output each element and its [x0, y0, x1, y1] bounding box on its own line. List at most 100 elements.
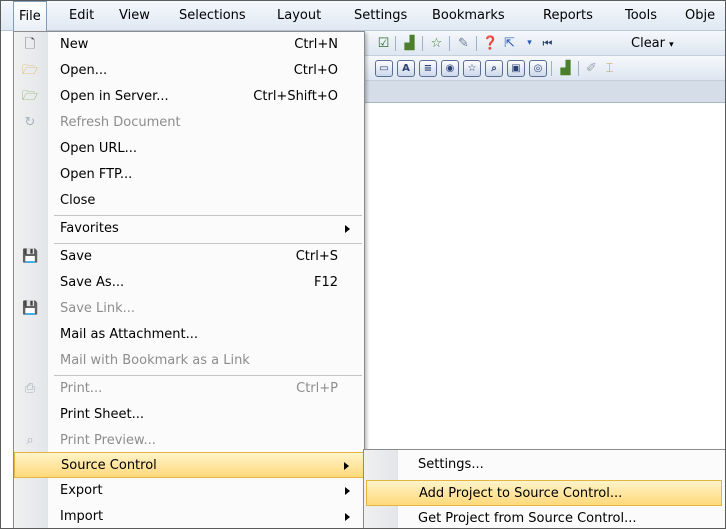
- print-icon: ⎙: [24, 381, 36, 396]
- menu-item-export[interactable]: Export: [14, 478, 364, 504]
- menu-item-shortcut: Ctrl+S: [295, 249, 338, 264]
- first-page-icon[interactable]: ⏮: [539, 35, 556, 52]
- refresh-icon: ↻: [24, 115, 36, 130]
- menu-item-print-sheet[interactable]: Print Sheet...: [14, 402, 364, 428]
- menu-item-label: Open...: [60, 63, 108, 78]
- source-control-submenu: Settings... Add Project to Source Contro…: [363, 449, 725, 528]
- menu-item-label: Open FTP...: [60, 167, 133, 182]
- menu-item-source-control[interactable]: Source Control: [14, 452, 364, 478]
- new-document-icon: 🗋: [24, 37, 36, 52]
- submenu-item-label: Get Project from Source Control...: [418, 511, 637, 526]
- menu-item-new[interactable]: 🗋 New Ctrl+N: [14, 32, 364, 58]
- submenu-item-get-project[interactable]: Get Project from Source Control...: [366, 506, 722, 528]
- clear-button[interactable]: Clear ▾: [631, 31, 674, 56]
- menu-item-import[interactable]: Import: [14, 504, 364, 528]
- menu-item-label: New: [60, 37, 89, 52]
- toolbar-separator: [476, 36, 477, 51]
- listbox-icon[interactable]: ▭: [375, 60, 393, 77]
- menu-item-label: Mail as Attachment...: [60, 327, 199, 342]
- menu-view[interactable]: View: [119, 1, 150, 31]
- search-object-icon[interactable]: ⌕: [485, 60, 503, 77]
- bookmark-object-icon[interactable]: ☆: [463, 60, 481, 77]
- checkmark-icon[interactable]: ☑: [375, 35, 392, 52]
- submenu-arrow-icon: [345, 225, 350, 233]
- menu-item-open-url[interactable]: Open URL...: [14, 136, 364, 162]
- format-painter-icon[interactable]: ✐: [583, 60, 600, 77]
- edit-icon[interactable]: ✎: [455, 35, 472, 52]
- menu-item-label: Open URL...: [60, 141, 138, 156]
- toolbar-separator: [449, 36, 450, 51]
- menu-selections[interactable]: Selections: [179, 1, 246, 31]
- menu-item-refresh-document[interactable]: ↻ Refresh Document: [14, 110, 364, 136]
- menu-item-open[interactable]: 🗁 Open... Ctrl+O: [14, 58, 364, 84]
- menu-settings[interactable]: Settings: [354, 1, 407, 31]
- submenu-item-label: Add Project to Source Control...: [419, 486, 623, 501]
- star-icon[interactable]: ☆: [428, 35, 445, 52]
- menu-file[interactable]: File: [13, 1, 47, 32]
- menu-item-label: Print...: [60, 381, 103, 396]
- menu-item-label: Open in Server...: [60, 89, 169, 104]
- table-box-icon[interactable]: ≡: [419, 60, 437, 77]
- menu-item-save-as[interactable]: Save As... F12: [14, 270, 364, 296]
- submenu-arrow-icon: [344, 462, 349, 470]
- menu-item-shortcut: Ctrl+O: [293, 63, 338, 78]
- text-object-icon[interactable]: A: [397, 60, 415, 77]
- menu-reports[interactable]: Reports: [543, 1, 593, 31]
- submenu-item-label: Settings...: [418, 457, 484, 472]
- menu-item-save-link[interactable]: 💾 Save Link...: [14, 296, 364, 322]
- save-icon: 💾: [22, 249, 39, 264]
- menu-item-print[interactable]: ⎙ Print... Ctrl+P: [14, 376, 364, 402]
- toolbar-separator: [395, 36, 396, 51]
- menu-item-label: Import: [60, 509, 104, 524]
- menu-objects[interactable]: Obje: [685, 1, 715, 31]
- menu-item-label: Export: [60, 483, 103, 498]
- submenu-item-add-project[interactable]: Add Project to Source Control...: [366, 480, 722, 506]
- menu-item-open-in-server[interactable]: 🗁 Open in Server... Ctrl+Shift+O: [14, 84, 364, 110]
- menu-tools[interactable]: Tools: [625, 1, 657, 31]
- align-icon[interactable]: ⌶: [601, 60, 618, 77]
- toolbar-objects: ▭ A ≡ ◉ ☆ ⌕ ▣ ◎ ▟ ✐ ⌶: [361, 56, 725, 81]
- menu-item-shortcut: Ctrl+N: [294, 37, 338, 52]
- toolbar-separator: [551, 61, 552, 76]
- menu-item-close[interactable]: Close: [14, 188, 364, 214]
- button-object-icon[interactable]: ◉: [441, 60, 459, 77]
- sheet-tabs-bar: [361, 81, 725, 103]
- toolbar-separator: [578, 61, 579, 76]
- menu-layout[interactable]: Layout: [277, 1, 321, 31]
- menu-item-save[interactable]: 💾 Save Ctrl+S: [14, 244, 364, 270]
- application-window: File Edit View Selections Layout Setting…: [0, 0, 726, 529]
- menu-item-mail-as-attachment[interactable]: Mail as Attachment...: [14, 322, 364, 348]
- menu-item-label: Save As...: [60, 275, 125, 290]
- clear-button-label: Clear: [631, 36, 665, 51]
- menu-item-label: Favorites: [60, 221, 119, 236]
- chart-wizard-icon[interactable]: ▟: [557, 60, 574, 77]
- menu-item-print-preview[interactable]: ⌕ Print Preview...: [14, 428, 364, 454]
- menu-item-shortcut: Ctrl+P: [296, 381, 338, 396]
- chart-icon[interactable]: ▟: [401, 35, 418, 52]
- file-menu-dropdown: 🗋 New Ctrl+N 🗁 Open... Ctrl+O 🗁 Open in …: [13, 31, 365, 528]
- save-link-icon: 💾: [22, 301, 39, 316]
- menu-item-label: Mail with Bookmark as a Link: [60, 353, 250, 368]
- submenu-item-settings[interactable]: Settings...: [366, 452, 722, 478]
- gauge-object-icon[interactable]: ◎: [529, 60, 547, 77]
- help-icon[interactable]: ❓: [482, 35, 499, 52]
- menu-item-label: Source Control: [61, 458, 157, 473]
- menu-item-label: Print Sheet...: [60, 407, 145, 422]
- help-pointer-icon[interactable]: ⇱: [501, 35, 518, 52]
- menu-item-label: Save Link...: [60, 301, 136, 316]
- print-preview-icon: ⌕: [26, 433, 34, 448]
- menu-item-mail-with-bookmark[interactable]: Mail with Bookmark as a Link: [14, 348, 364, 374]
- container-object-icon[interactable]: ▣: [507, 60, 525, 77]
- menu-bookmarks[interactable]: Bookmarks: [432, 1, 505, 31]
- submenu-arrow-icon: [345, 513, 350, 521]
- menu-bar: File Edit View Selections Layout Setting…: [1, 1, 725, 32]
- chevron-down-icon: ▾: [669, 40, 674, 50]
- menu-item-label: Refresh Document: [60, 115, 181, 130]
- menu-item-label: Save: [60, 249, 92, 264]
- menu-item-open-ftp[interactable]: Open FTP...: [14, 162, 364, 188]
- menu-item-label: Print Preview...: [60, 433, 156, 448]
- open-server-icon: 🗁: [22, 89, 39, 104]
- menu-edit[interactable]: Edit: [69, 1, 94, 31]
- toolbar-overflow-icon[interactable]: ▾: [521, 35, 538, 52]
- menu-item-favorites[interactable]: Favorites: [14, 216, 364, 242]
